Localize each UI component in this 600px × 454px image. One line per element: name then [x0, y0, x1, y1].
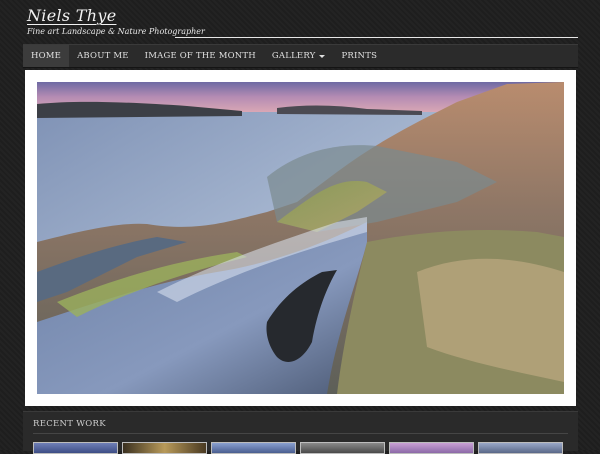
header-divider	[175, 37, 578, 38]
nav-item-label: GALLERY	[271, 51, 316, 61]
recent-thumbnail[interactable]	[33, 442, 118, 454]
nav-item-prints[interactable]: PRINTS	[333, 45, 385, 67]
nav-item-about-me[interactable]: ABOUT ME	[69, 45, 137, 67]
main-navigation: HOME ABOUT ME IMAGE OF THE MONTH GALLERY…	[23, 44, 578, 68]
nav-item-label: ABOUT ME	[77, 51, 129, 61]
nav-item-home[interactable]: HOME	[23, 45, 70, 67]
recent-work-divider	[33, 433, 568, 434]
recent-thumbnail[interactable]	[478, 442, 563, 454]
site-header: Niels Thye Fine art Landscape & Nature P…	[0, 0, 600, 44]
recent-work-thumbnails	[33, 442, 563, 454]
site-tagline: Fine art Landscape & Nature Photographer	[27, 27, 205, 36]
nav-item-image-of-the-month[interactable]: IMAGE OF THE MONTH	[137, 45, 264, 67]
recent-thumbnail[interactable]	[122, 442, 207, 454]
hero-image[interactable]	[37, 82, 564, 394]
nav-item-label: HOME	[31, 51, 62, 61]
nav-item-gallery[interactable]: GALLERY	[264, 45, 334, 67]
recent-work-title: RECENT WORK	[33, 419, 106, 429]
nav-item-label: IMAGE OF THE MONTH	[144, 51, 256, 61]
site-title[interactable]: Niels Thye	[27, 6, 116, 25]
recent-work-panel: RECENT WORK	[23, 411, 578, 454]
chevron-down-icon	[319, 55, 326, 58]
recent-thumbnail[interactable]	[211, 442, 296, 454]
hero-frame	[25, 70, 576, 406]
nav-item-label: PRINTS	[341, 51, 378, 61]
recent-thumbnail[interactable]	[300, 442, 385, 454]
recent-thumbnail[interactable]	[389, 442, 474, 454]
